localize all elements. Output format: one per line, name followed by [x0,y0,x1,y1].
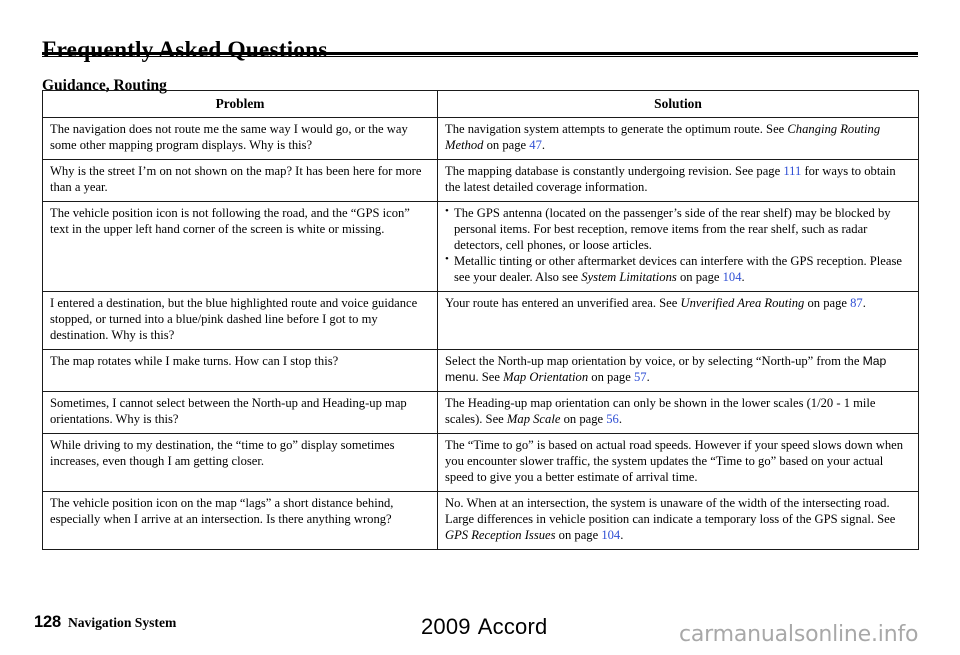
table-row: Why is the street I’m on not shown on th… [42,158,919,202]
problem-text: I entered a destination, but the blue hi… [50,295,418,342]
cell-solution: Your route has entered an unverified are… [437,290,919,350]
reference-title: GPS Reception Issues [445,527,556,542]
cell-solution: No. When at an intersection, the system … [437,490,919,550]
solution-text: The Heading-up map orientation can only … [445,396,911,428]
table-row: The map rotates while I make turns. How … [42,348,919,392]
cell-problem: Why is the street I’m on not shown on th… [42,158,438,202]
text-run: . [620,527,624,542]
solution-text: Select the North-up map orientation by v… [445,354,911,386]
table-row: While driving to my destination, the “ti… [42,432,919,492]
table-row: The vehicle position icon on the map “la… [42,490,919,550]
column-header-solution: Solution [437,89,919,119]
model-year: 2009 [421,614,471,639]
cell-solution: The Heading-up map orientation can only … [437,390,919,434]
page-reference: 87 [850,295,863,310]
text-run: . [646,369,650,384]
solution-text: Your route has entered an unverified are… [445,296,911,312]
text-run: The “Time to go” is based on actual road… [445,437,904,484]
table-row: Sometimes, I cannot select between the N… [42,390,919,434]
reference-title: Map Scale [506,411,561,426]
cell-solution: The mapping database is constantly under… [437,158,919,202]
text-run: on page [483,138,530,152]
table-row: The navigation does not route me the sam… [42,117,919,160]
text-run: Select the North-up map orientation by v… [445,353,863,368]
page-reference: 104 [722,269,742,284]
page-reference: 47 [529,138,542,152]
document-page: Frequently Asked Questions Guidance, Rou… [0,0,960,655]
text-run: on page [555,527,602,542]
cell-problem: The vehicle position icon is not followi… [42,200,438,292]
cell-problem: While driving to my destination, the “ti… [42,432,438,492]
solution-text: No. When at an intersection, the system … [445,496,911,544]
reference-title: Map Orientation [503,369,589,384]
solution-text: The mapping database is constantly under… [445,164,911,196]
table-row: The vehicle position icon is not followi… [42,200,919,292]
faq-table: Problem Solution The navigation does not… [42,89,919,550]
problem-text: While driving to my destination, the “ti… [50,437,395,468]
solution-bullet-list: The GPS antenna (located on the passenge… [445,205,911,286]
footer-manual-name: Navigation System [67,615,177,630]
solution-text: The navigation system attempts to genera… [445,122,911,154]
text-run: on page [676,269,723,284]
text-run: . [541,138,546,152]
text-run: The GPS antenna (located on the passenge… [454,205,891,252]
problem-text: The vehicle position icon is not followi… [50,205,410,236]
text-run: . See [475,369,504,384]
cell-problem: The vehicle position icon on the map “la… [42,490,438,550]
model-line: 2009 Accord [421,614,547,640]
problem-text: The map rotates while I make turns. How … [50,353,339,368]
page-title: Frequently Asked Questions [42,36,328,63]
problem-text: Sometimes, I cannot select between the N… [50,395,407,426]
text-run: No. When at an intersection, the system … [445,495,896,526]
text-run: on page [588,369,634,384]
cell-problem: I entered a destination, but the blue hi… [42,290,438,350]
cell-problem: The map rotates while I make turns. How … [42,348,438,392]
text-run: . [618,411,622,426]
cell-problem: The navigation does not route me the sam… [42,117,438,160]
title-rule-thin [42,56,918,57]
table-row: I entered a destination, but the blue hi… [42,290,919,350]
page-reference: 56 [606,411,619,426]
page-reference: 111 [783,163,802,178]
text-run: . [862,295,866,310]
column-header-problem: Problem [42,89,438,119]
cell-solution: The GPS antenna (located on the passenge… [437,200,919,292]
text-run: on page [804,295,851,310]
model-name: Accord [477,614,548,639]
reference-title: Unverified Area Routing [680,295,805,310]
text-run: The navigation system attempts to genera… [445,122,788,137]
footer-page-number: 128 [34,613,61,631]
page-reference: 104 [601,527,621,542]
page-reference: 57 [633,369,647,384]
text-run: . [741,269,745,284]
problem-text: The vehicle position icon on the map “la… [50,495,394,526]
cell-solution: The navigation system attempts to genera… [437,117,919,160]
cell-solution: The “Time to go” is based on actual road… [437,432,919,492]
reference-title: System Limitations [581,269,677,284]
table-header-row: Problem Solution [42,89,919,119]
solution-text: The “Time to go” is based on actual road… [445,438,911,486]
text-run: on page [560,411,607,426]
problem-text: Why is the street I’m on not shown on th… [50,163,422,194]
cell-solution: Select the North-up map orientation by v… [437,348,919,392]
solution-bullet-item: The GPS antenna (located on the passenge… [445,205,911,254]
title-rule-thick [42,52,918,55]
faq-table-body: The navigation does not route me the sam… [42,117,919,550]
text-run: The mapping database is constantly under… [445,163,784,178]
faq-table-head: Problem Solution [42,89,919,119]
footer: 128 Navigation System [34,613,176,632]
watermark: carmanualsonline.info [679,622,919,647]
cell-problem: Sometimes, I cannot select between the N… [42,390,438,434]
text-run: Your route has entered an unverified are… [445,295,681,310]
problem-text: The navigation does not route me the sam… [50,122,408,152]
solution-bullet-item: Metallic tinting or other aftermarket de… [445,253,911,286]
